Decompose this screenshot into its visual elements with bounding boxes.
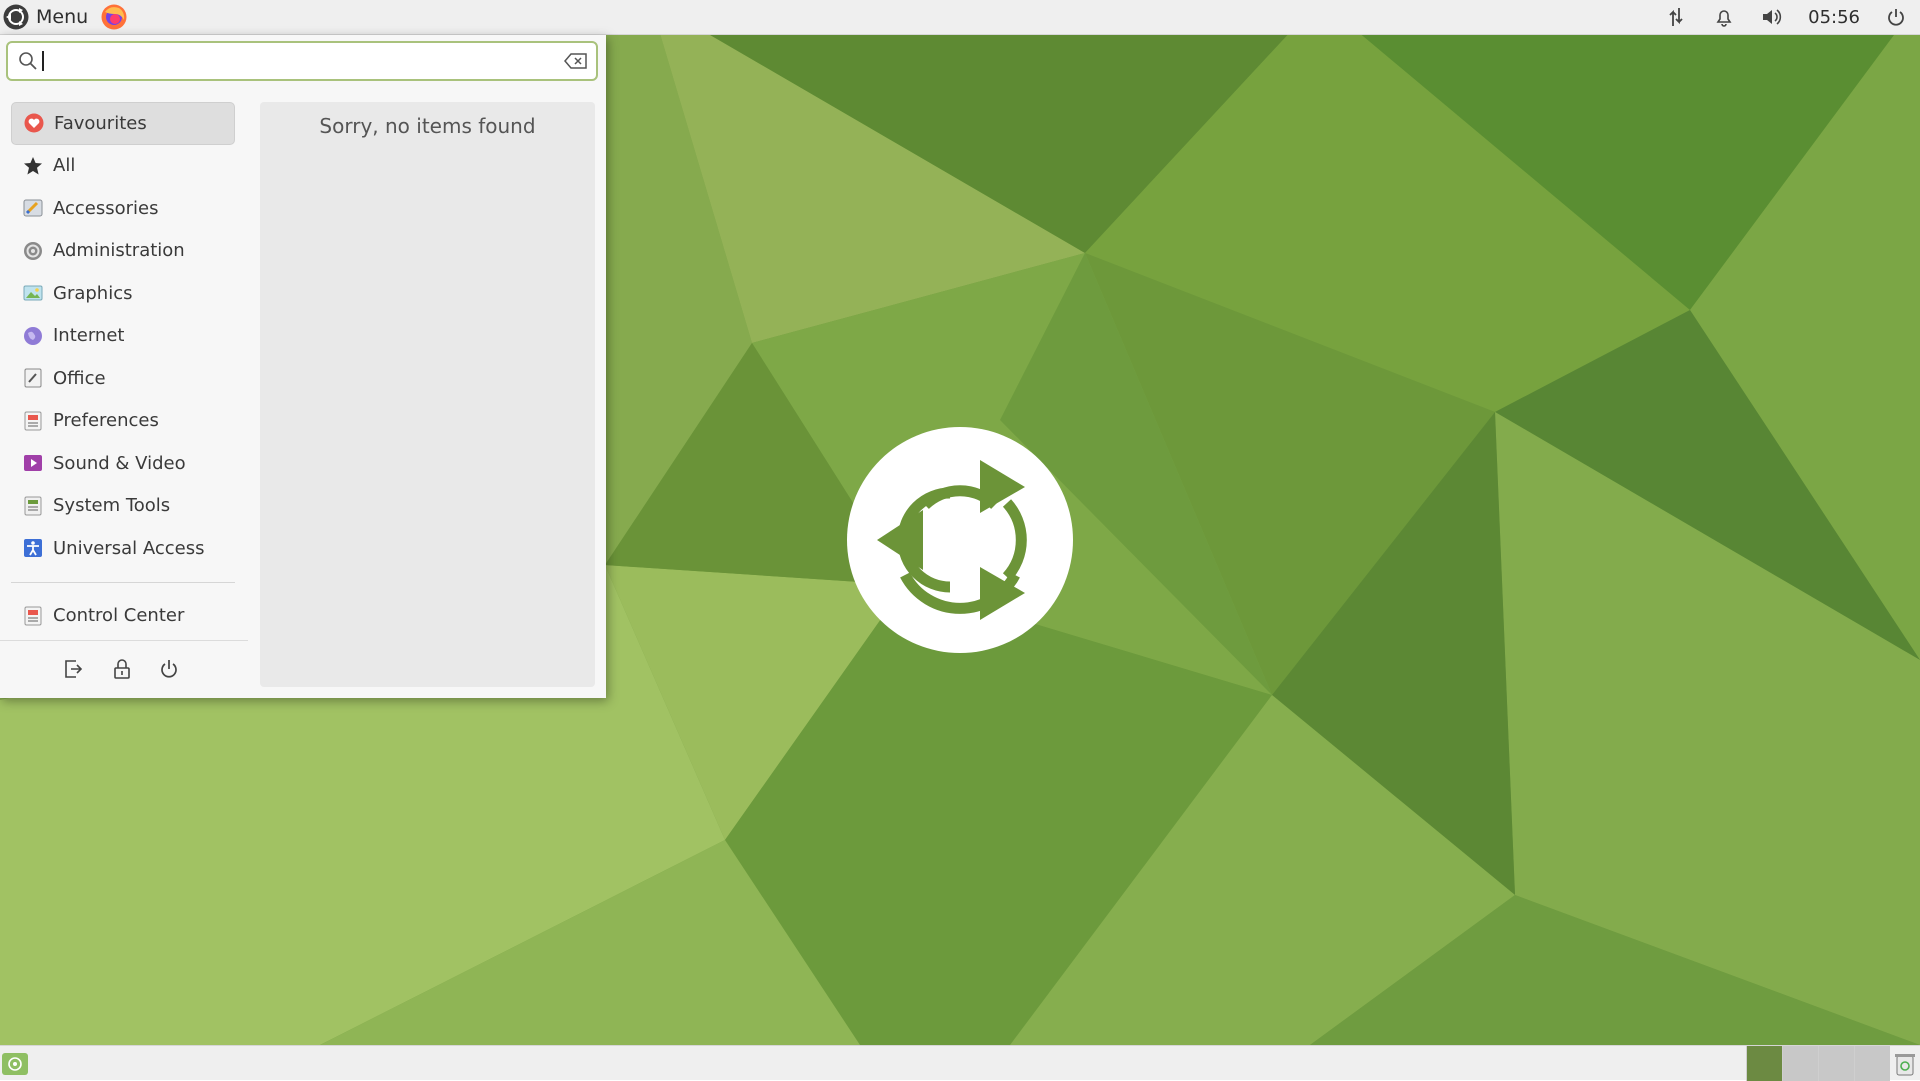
- results-pane: Sorry, no items found: [260, 102, 595, 687]
- power-icon[interactable]: [158, 658, 180, 680]
- category-label: System Tools: [53, 495, 171, 517]
- category-label: Office: [53, 367, 106, 389]
- search-input[interactable]: [46, 50, 564, 72]
- category-label: Favourites: [54, 112, 147, 134]
- category-label: Sound & Video: [53, 452, 186, 474]
- text-cursor: [42, 51, 44, 71]
- category-system-tools[interactable]: System Tools: [11, 485, 235, 528]
- lock-icon[interactable]: [111, 658, 133, 680]
- divider: [11, 581, 235, 583]
- workspace-3[interactable]: [1818, 1046, 1854, 1081]
- show-desktop-icon: [8, 1057, 22, 1071]
- category-graphics[interactable]: Graphics: [11, 272, 235, 315]
- volume-icon[interactable]: [1760, 5, 1784, 29]
- category-label: Administration: [53, 240, 185, 262]
- category-administration[interactable]: Administration: [11, 230, 235, 273]
- power-icon[interactable]: [1884, 5, 1908, 29]
- category-internet[interactable]: Internet: [11, 315, 235, 358]
- office-icon: [24, 368, 42, 388]
- category-list: Favourites All Accessories Administratio…: [11, 102, 235, 637]
- control-center-icon: [24, 606, 42, 626]
- network-icon[interactable]: [1664, 5, 1688, 29]
- heart-icon: [24, 113, 44, 133]
- search-box[interactable]: [6, 41, 598, 81]
- workspace-2[interactable]: [1782, 1046, 1818, 1081]
- control-center-label: Control Center: [53, 605, 185, 627]
- category-sound-video[interactable]: Sound & Video: [11, 442, 235, 485]
- category-label: Universal Access: [53, 537, 205, 559]
- workspace-1[interactable]: [1746, 1046, 1782, 1081]
- search-icon: [19, 52, 37, 70]
- preferences-icon: [24, 411, 42, 431]
- control-center-item[interactable]: Control Center: [11, 595, 235, 638]
- menu-label: Menu: [36, 6, 89, 28]
- administration-icon: [24, 241, 42, 260]
- category-all[interactable]: All: [11, 145, 235, 188]
- show-desktop-button[interactable]: [2, 1053, 28, 1075]
- clear-search-icon[interactable]: [564, 52, 588, 70]
- sound-video-icon: [24, 455, 42, 472]
- category-label: Graphics: [53, 282, 133, 304]
- menu-button[interactable]: Menu: [0, 0, 94, 35]
- workspace-4[interactable]: [1854, 1046, 1890, 1081]
- graphics-icon: [23, 285, 43, 301]
- firefox-icon[interactable]: [100, 3, 128, 31]
- no-items-message: Sorry, no items found: [319, 114, 536, 138]
- bell-icon[interactable]: [1712, 5, 1736, 29]
- session-actions: [0, 640, 248, 691]
- accessories-icon: [23, 199, 43, 217]
- system-tools-icon: [24, 496, 42, 516]
- ubuntu-mate-logo-icon: [847, 427, 1073, 653]
- internet-icon: [24, 326, 42, 345]
- category-universal-access[interactable]: Universal Access: [11, 527, 235, 570]
- category-label: Internet: [53, 325, 125, 347]
- category-label: All: [53, 155, 76, 177]
- clock[interactable]: 05:56: [1808, 7, 1860, 28]
- category-office[interactable]: Office: [11, 357, 235, 400]
- star-icon: [24, 156, 42, 175]
- bottom-panel: [0, 1045, 1920, 1081]
- universal-access-icon: [24, 539, 42, 558]
- category-favourites[interactable]: Favourites: [11, 102, 235, 145]
- category-label: Preferences: [53, 410, 159, 432]
- logout-icon[interactable]: [62, 658, 84, 680]
- ubuntu-mate-logo-icon: [3, 4, 29, 30]
- trash-icon[interactable]: [1892, 1051, 1918, 1077]
- category-accessories[interactable]: Accessories: [11, 187, 235, 230]
- application-menu: Favourites All Accessories Administratio…: [0, 35, 606, 698]
- top-panel: Menu 05:56: [0, 0, 1920, 35]
- category-label: Accessories: [53, 197, 159, 219]
- category-preferences[interactable]: Preferences: [11, 400, 235, 443]
